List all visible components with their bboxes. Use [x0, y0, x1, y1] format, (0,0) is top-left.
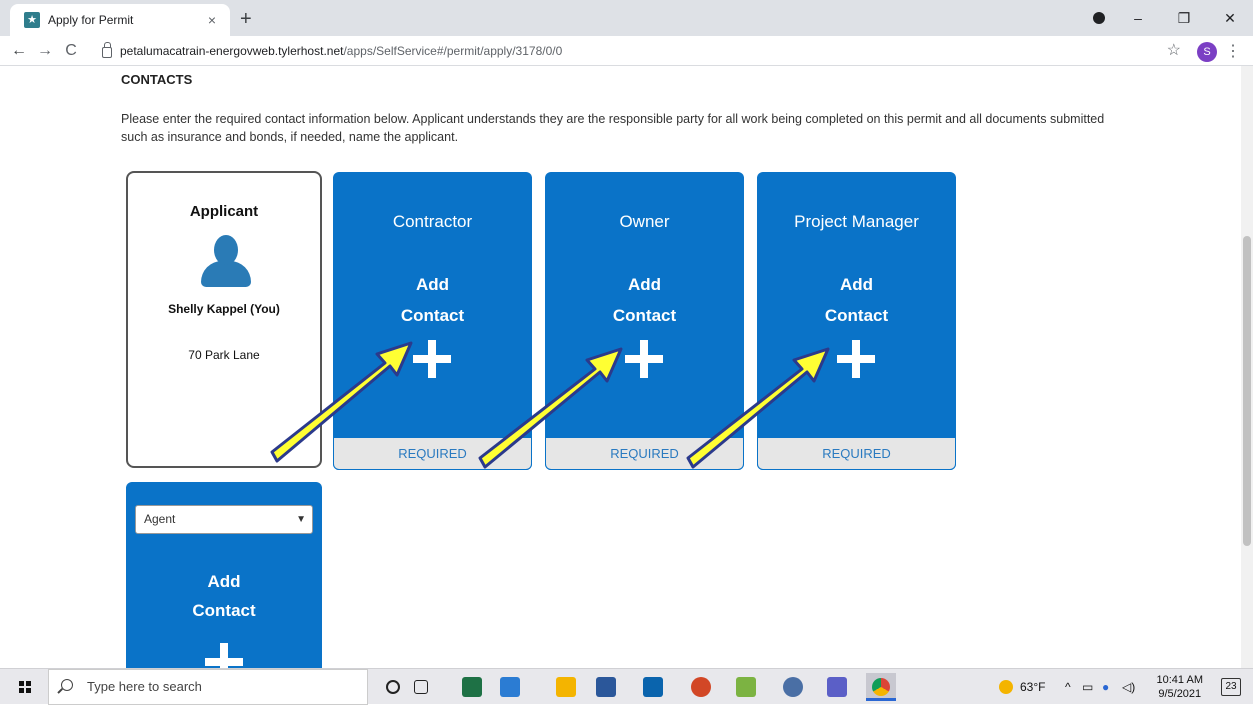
clock-time: 10:41 AM [1156, 674, 1203, 686]
powerpoint-icon[interactable] [691, 677, 711, 697]
chrome-icon [872, 678, 890, 696]
profile-avatar[interactable]: S [1197, 42, 1217, 62]
contact-type-select[interactable]: Agent ▼ [135, 505, 313, 534]
chrome-taskbar-button[interactable] [866, 673, 896, 701]
required-badge: REQUIRED [757, 437, 956, 470]
contact-type-value: Agent [144, 512, 176, 526]
applicant-address: 70 Park Lane [188, 348, 260, 362]
start-button[interactable] [0, 669, 48, 705]
applicant-title: Applicant [189, 203, 259, 220]
windows-logo-icon [19, 681, 31, 693]
required-badge: REQUIRED [333, 437, 532, 470]
plus-icon[interactable] [837, 340, 875, 378]
excel-icon[interactable] [462, 677, 482, 697]
system-clock[interactable]: 10:41 AM 9/5/2021 [1157, 673, 1203, 701]
star-favicon-icon: ★ [24, 12, 40, 28]
add-contact-label: Add Contact [126, 567, 322, 625]
close-tab-icon[interactable]: × [204, 12, 220, 28]
lock-icon[interactable] [102, 41, 112, 58]
browser-menu-icon[interactable]: ⋮ [1225, 41, 1241, 61]
address-bar: ← → C petalumacatrain-energovweb.tylerho… [0, 36, 1253, 66]
card-title: Owner [619, 212, 670, 231]
scrollbar-thumb[interactable] [1243, 236, 1251, 546]
forward-button[interactable]: → [32, 42, 58, 60]
media-player-icon[interactable] [500, 677, 520, 697]
outlook-icon[interactable] [643, 677, 663, 697]
page-content: CONTACTS Please enter the required conta… [0, 66, 1241, 668]
contact-label: Contact [824, 306, 889, 325]
reload-button[interactable]: C [58, 42, 84, 60]
card-title: Project Manager [794, 212, 919, 231]
intro-text: Please enter the required contact inform… [121, 112, 1105, 144]
section-title: CONTACTS [121, 72, 193, 87]
add-label: Add [415, 275, 450, 294]
cloud-icon[interactable]: ● [1102, 669, 1109, 705]
teams-icon[interactable] [827, 677, 847, 697]
new-tab-button[interactable]: + [240, 8, 252, 31]
task-view-icon[interactable] [414, 680, 428, 694]
network-icon[interactable]: ▭ [1082, 669, 1093, 705]
weather-temp[interactable]: 63°F [1020, 669, 1045, 705]
add-label: Add [627, 275, 662, 294]
card-title: Contractor [392, 212, 473, 231]
window-controls: – ❐ ✕ [1115, 0, 1253, 36]
back-button[interactable]: ← [6, 42, 32, 60]
extension-icon[interactable] [1093, 12, 1105, 24]
tab-title: Apply for Permit [48, 13, 134, 27]
contact-label: Contact [192, 601, 256, 620]
app-icon[interactable] [736, 677, 756, 697]
browser-tab[interactable]: ★ Apply for Permit × [10, 4, 230, 36]
agent-card[interactable]: Agent ▼ Add Contact [126, 482, 322, 668]
url-field[interactable]: petalumacatrain-energovweb.tylerhost.net… [102, 39, 1212, 63]
add-contact-label: Add Contact [333, 269, 532, 331]
url-host: petalumacatrain-energovweb.tylerhost.net [120, 44, 344, 58]
notification-center-icon[interactable]: 23 [1221, 678, 1241, 696]
add-label: Add [839, 275, 874, 294]
cortana-icon[interactable] [386, 680, 400, 694]
applicant-card[interactable]: Applicant Shelly Kappel (You) 70 Park La… [126, 171, 322, 468]
plus-icon[interactable] [205, 643, 243, 668]
chevron-down-icon: ▼ [296, 514, 306, 525]
search-icon [61, 679, 73, 691]
plus-icon[interactable] [625, 340, 663, 378]
plus-icon[interactable] [413, 340, 451, 378]
applicant-name: Shelly Kappel (You) [168, 302, 280, 316]
contractor-card[interactable]: Contractor Add Contact REQUIRED [333, 172, 532, 470]
close-window-button[interactable]: ✕ [1207, 10, 1253, 27]
add-contact-label: Add Contact [757, 269, 956, 331]
project-manager-card[interactable]: Project Manager Add Contact REQUIRED [757, 172, 956, 470]
file-explorer-icon[interactable] [556, 677, 576, 697]
browser-tab-strip: ★ Apply for Permit × + – ❐ ✕ [0, 0, 1253, 36]
minimize-button[interactable]: – [1115, 10, 1161, 26]
add-contact-label: Add Contact [545, 269, 744, 331]
clock-date: 9/5/2021 [1158, 688, 1202, 700]
contact-label: Contact [400, 306, 465, 325]
add-label: Add [207, 572, 241, 591]
taskbar-search-input[interactable]: Type here to search [48, 669, 368, 705]
person-icon [201, 235, 251, 287]
url-path: /apps/SelfService#/permit/apply/3178/0/0 [343, 44, 563, 58]
tray-expand-icon[interactable]: ^ [1065, 669, 1071, 705]
owner-card[interactable]: Owner Add Contact REQUIRED [545, 172, 744, 470]
paint-icon[interactable] [783, 677, 803, 697]
restore-button[interactable]: ❐ [1161, 10, 1207, 27]
weather-sun-icon [999, 680, 1013, 694]
search-placeholder: Type here to search [87, 679, 202, 694]
volume-icon[interactable]: ◁) [1122, 669, 1135, 705]
windows-taskbar: Type here to search 63°F ^ ▭ ● ◁) 10:41 … [0, 668, 1253, 705]
bookmark-star-icon[interactable]: ☆ [1167, 40, 1181, 60]
required-badge: REQUIRED [545, 437, 744, 470]
page-scrollbar[interactable] [1241, 66, 1253, 668]
word-icon[interactable] [596, 677, 616, 697]
contact-label: Contact [612, 306, 677, 325]
